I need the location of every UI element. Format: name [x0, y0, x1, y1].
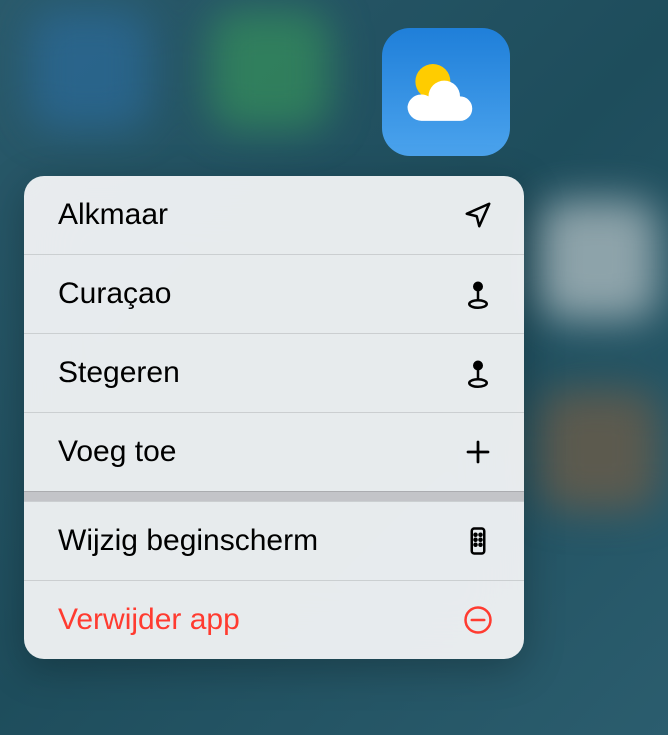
- menu-item-edit-home[interactable]: Wijzig beginscherm: [24, 501, 524, 580]
- pin-icon: [462, 357, 494, 389]
- context-menu: Alkmaar Curaçao Stegeren Voeg to: [24, 176, 524, 659]
- bg-app-icon: [210, 10, 330, 130]
- menu-item-label: Verwijder app: [58, 603, 240, 637]
- phone-icon: [462, 525, 494, 557]
- menu-item-alkmaar[interactable]: Alkmaar: [24, 176, 524, 254]
- bg-app-icon: [30, 10, 150, 130]
- menu-item-label: Voeg toe: [58, 435, 176, 469]
- menu-item-remove-app[interactable]: Verwijder app: [24, 580, 524, 659]
- minus-circle-icon: [462, 604, 494, 636]
- menu-item-curacao[interactable]: Curaçao: [24, 254, 524, 333]
- menu-item-label: Wijzig beginscherm: [58, 524, 318, 558]
- location-arrow-icon: [462, 199, 494, 231]
- menu-item-stegeren[interactable]: Stegeren: [24, 333, 524, 412]
- menu-item-label: Curaçao: [58, 277, 171, 311]
- weather-app-icon[interactable]: [382, 28, 510, 156]
- pin-icon: [462, 278, 494, 310]
- menu-item-add[interactable]: Voeg toe: [24, 412, 524, 491]
- bg-app-icon: [538, 200, 658, 320]
- weather-icon: [401, 57, 491, 127]
- menu-item-label: Alkmaar: [58, 198, 168, 232]
- menu-item-label: Stegeren: [58, 356, 180, 390]
- bg-app-icon: [538, 390, 658, 510]
- menu-separator: [24, 491, 524, 501]
- plus-icon: [462, 436, 494, 468]
